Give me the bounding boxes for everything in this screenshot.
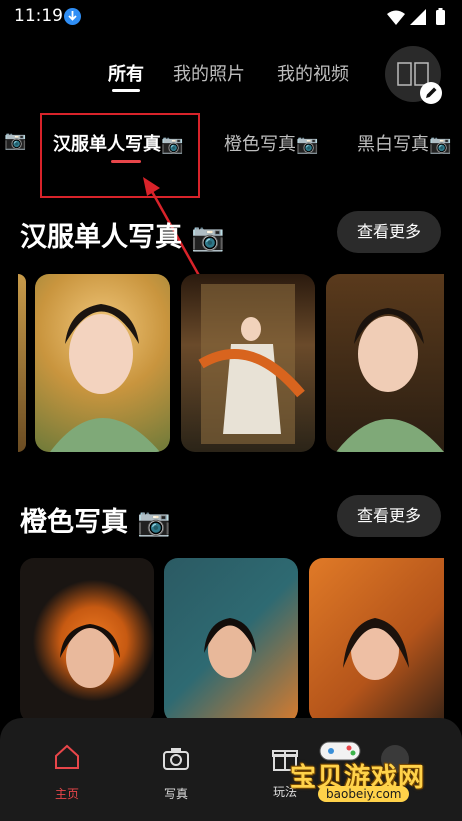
portrait-image	[198, 284, 305, 444]
camera-emoji-icon: 📷	[191, 222, 226, 253]
photo-card[interactable]	[309, 558, 444, 723]
portrait-image	[60, 624, 120, 688]
portrait-image	[204, 618, 256, 678]
photo-card[interactable]	[164, 558, 298, 723]
section-title-hanfu: 汉服单人写真 📷	[20, 215, 225, 254]
nav-label-photo[interactable]: 写真	[146, 785, 206, 802]
photo-card[interactable]	[35, 274, 170, 452]
portrait-image	[343, 618, 409, 680]
nav-label-home[interactable]: 主页	[37, 785, 97, 802]
section-title-orange: 橙色写真 📷	[20, 500, 171, 539]
camera-emoji-icon: 📷	[137, 507, 172, 538]
camera-icon[interactable]	[162, 745, 190, 773]
section-title-text: 橙色写真	[20, 507, 128, 538]
portrait-image	[336, 308, 444, 452]
photo-card[interactable]	[181, 274, 315, 452]
view-more-button-orange[interactable]: 查看更多	[337, 495, 441, 537]
home-icon[interactable]	[53, 743, 81, 771]
watermark-url: baobeiy.com	[318, 786, 410, 802]
photo-card[interactable]	[20, 558, 154, 723]
view-more-button-hanfu[interactable]: 查看更多	[337, 211, 441, 253]
section-title-text: 汉服单人写真	[20, 222, 182, 253]
portrait-image	[50, 304, 160, 452]
photo-card[interactable]	[326, 274, 444, 452]
photo-card-partial[interactable]	[18, 274, 26, 452]
